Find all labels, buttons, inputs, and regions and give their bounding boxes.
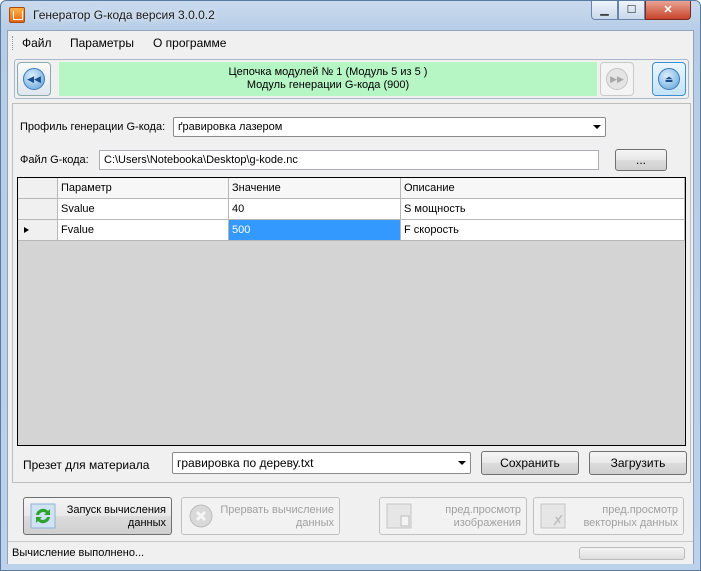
preset-select-value: гравировка по дереву.txt: [177, 456, 314, 470]
module-chain-text: Цепочка модулей № 1 (Модуль 5 из 5 ): [228, 66, 428, 78]
grid-corner: [18, 178, 58, 199]
cell-value-selected[interactable]: 500: [229, 220, 401, 241]
profile-select[interactable]: ґравировка лазером: [173, 117, 606, 137]
minimize-button[interactable]: ▁: [591, 1, 618, 20]
menu-grip-icon: [12, 36, 16, 50]
module-name-text: Модуль генерации G-кода (900): [246, 79, 410, 91]
fast-forward-icon: ▶▶: [606, 68, 628, 90]
module-chain-bar: ◀◀ Цепочка модулей № 1 (Модуль 5 из 5 ) …: [14, 59, 689, 99]
run-calculation-button[interactable]: Запуск вычисления данных: [23, 497, 172, 535]
chevron-down-icon: [458, 461, 466, 465]
save-preset-button[interactable]: Сохранить: [481, 451, 579, 475]
cell-param[interactable]: Svalue: [58, 199, 229, 220]
menu-parameters[interactable]: Параметры: [70, 36, 134, 50]
menu-file[interactable]: Файл: [22, 36, 52, 50]
column-header-description[interactable]: Описание: [401, 178, 685, 199]
vector-preview-icon: [540, 503, 566, 529]
profile-label: Профиль генерации G-кода:: [20, 121, 166, 133]
preview-image-button[interactable]: пред.просмотр изображения: [379, 497, 527, 535]
refresh-icon: [30, 503, 56, 529]
module-info: Цепочка модулей № 1 (Модуль 5 из 5 ) Мод…: [59, 62, 597, 96]
profile-select-value: ґравировка лазером: [178, 121, 283, 133]
close-button[interactable]: ✕: [645, 1, 691, 20]
table-row[interactable]: Fvalue 500 F скорость: [18, 220, 685, 241]
table-row[interactable]: Svalue 40 S мощность: [18, 199, 685, 220]
preview-vector-button[interactable]: пред.просмотр векторных данных: [533, 497, 684, 535]
cell-value[interactable]: 40: [229, 199, 401, 220]
preset-select[interactable]: гравировка по дереву.txt: [172, 452, 471, 474]
menu-about[interactable]: О программе: [153, 36, 226, 50]
eject-icon: ⏏: [658, 68, 680, 90]
browse-button[interactable]: ...: [615, 149, 667, 171]
menu-bar: Файл Параметры О программе: [8, 31, 693, 55]
file-path-input[interactable]: C:\Users\Notebooka\Desktop\g-kode.nc: [99, 150, 599, 170]
window-title: Генератор G-кода версия 3.0.0.2: [33, 8, 215, 22]
client-area: Файл Параметры О программе ◀◀ Цепочка мо…: [7, 30, 694, 564]
rewind-icon: ◀◀: [23, 68, 45, 90]
cell-description[interactable]: S мощность: [401, 199, 685, 220]
grid-header: Параметр Значение Описание: [18, 178, 685, 199]
stop-icon: [189, 504, 213, 528]
file-label: Файл G-кода:: [20, 154, 89, 166]
chevron-down-icon: [593, 125, 601, 129]
abort-calculation-button[interactable]: Прервать вычисление данных: [181, 497, 340, 535]
load-preset-button[interactable]: Загрузить: [589, 451, 687, 475]
title-bar[interactable]: Генератор G-кода версия 3.0.0.2 ▁ ☐ ✕: [1, 1, 700, 29]
maximize-button[interactable]: ☐: [618, 1, 645, 20]
image-preview-icon: [386, 503, 412, 529]
column-header-param[interactable]: Параметр: [58, 178, 229, 199]
parameter-grid: Параметр Значение Описание Svalue 40 S м…: [17, 177, 686, 446]
row-header[interactable]: [18, 199, 58, 220]
eject-button[interactable]: ⏏: [652, 62, 686, 96]
next-module-button[interactable]: ▶▶: [600, 62, 634, 96]
settings-panel: Профиль генерации G-кода: ґравировка лаз…: [12, 103, 691, 483]
status-bar: Вычисление выполнено...: [8, 541, 693, 564]
app-window: Генератор G-кода версия 3.0.0.2 ▁ ☐ ✕ Фа…: [0, 0, 701, 571]
row-header[interactable]: [18, 220, 58, 241]
preset-label: Презет для материала: [23, 458, 150, 472]
progress-bar: [579, 547, 685, 560]
cell-description[interactable]: F скорость: [401, 220, 685, 241]
app-icon[interactable]: [9, 7, 25, 23]
cell-param[interactable]: Fvalue: [58, 220, 229, 241]
current-row-icon: [24, 227, 29, 233]
column-header-value[interactable]: Значение: [229, 178, 401, 199]
status-text: Вычисление выполнено...: [12, 547, 145, 559]
prev-module-button[interactable]: ◀◀: [17, 62, 51, 96]
